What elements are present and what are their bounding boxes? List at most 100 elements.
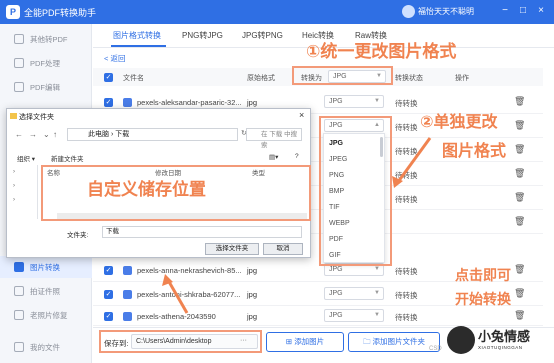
image-file-icon [123,312,132,321]
view-options-icon[interactable]: ▤▾ [269,153,278,161]
forward-arrow-icon[interactable]: → [29,130,37,139]
convert-status: 待转换 [395,195,418,204]
file-name: pexels-athena-2043590 [137,312,216,321]
new-folder-button[interactable]: 新建文件夹 [51,153,84,163]
tab-jpg-to-png[interactable]: JPG转PNG [242,30,283,41]
convert-status: 待转换 [395,123,418,132]
convert-status: 待转换 [395,313,418,322]
user-name[interactable]: 福怡天天不聪明 [418,6,474,17]
row-checkbox[interactable]: ✓ [104,312,113,321]
chevron-right-icon[interactable]: › [13,169,15,175]
sidebar-item-other-to-pdf[interactable]: 其他转PDF [0,28,92,50]
folder-field[interactable]: 下载 [102,226,302,238]
trash-icon[interactable]: 🗑 [514,120,525,131]
sidebar-item-photo-restore[interactable]: 老照片修复 [0,304,92,326]
add-folder-button[interactable]: 🗀 添加图片文件夹 [348,332,440,352]
trash-icon[interactable]: 🗑 [514,310,525,321]
trash-icon[interactable]: 🗑 [514,288,525,299]
trash-icon[interactable]: 🗑 [514,168,525,179]
row-format-select[interactable]: JPG ▼ [324,309,384,322]
column-filename: 文件名 [123,75,144,82]
add-image-label: 添加图片 [294,337,325,346]
photo-icon [14,310,24,320]
camera-icon [14,286,24,296]
watermark-title: 小兔情感 [478,329,531,344]
up-arrow-icon[interactable]: ↑ [53,130,57,139]
trash-icon[interactable]: 🗑 [514,264,525,275]
select-folder-dialog: 选择文件夹 × ← → ⌄ ↑ 此电脑 › 下载 ↻ 在 下载 中搜索 组织 ▾… [6,108,311,258]
breadcrumb-downloads[interactable]: 下载 [115,131,129,138]
row-format-value: JPG [329,266,343,273]
back-arrow-icon[interactable]: ← [15,130,23,139]
image-icon [14,262,24,272]
sidebar-item-label: 拍证件照 [30,287,60,296]
minimize-icon[interactable]: − [498,4,512,18]
sidebar-item-pdf-process[interactable]: PDF处理 [0,52,92,74]
trash-icon[interactable]: 🗑 [514,192,525,203]
document-icon [14,34,24,44]
table-row[interactable]: ✓ pexels-athena-2043590 jpg JPG ▼ 待转换 🗑 [93,306,543,326]
chevron-right-icon[interactable]: › [13,197,15,203]
row-checkbox[interactable]: ✓ [104,290,113,299]
image-file-icon [123,266,132,275]
user-avatar[interactable] [402,5,415,18]
sidebar-item-id-photo[interactable]: 拍证件照 [0,280,92,302]
original-format: jpg [247,312,258,321]
close-icon[interactable]: × [299,110,304,120]
column-original-format: 原始格式 [247,75,275,82]
app-title: 全能PDF转换助手 [24,8,97,18]
tab-png-to-jpg[interactable]: PNG转JPG [182,30,223,41]
annotation-box-bulk-format [292,66,393,85]
trash-icon[interactable]: 🗑 [514,144,525,155]
row-checkbox[interactable]: ✓ [104,98,113,107]
watermark-subtitle: XIAOTUQINGGAN [478,345,523,350]
sidebar-item-label: 其他转PDF [30,35,68,44]
breadcrumb-this-pc[interactable]: 此电脑 [88,131,109,138]
sidebar-item-label: 图片转换 [30,263,60,272]
close-icon[interactable]: × [534,4,548,18]
chevron-down-icon[interactable]: ⌄ [43,130,50,139]
address-bar[interactable]: 此电脑 › 下载 [67,128,238,141]
add-folder-label: 添加图片文件夹 [372,337,426,346]
corner-text: CSD [429,346,442,352]
row-format-select[interactable]: JPG ▼ [324,287,384,300]
help-icon[interactable]: ? [295,153,299,160]
image-file-icon [123,98,132,107]
annotation-custom-location: 自定义储存位置 [87,180,206,199]
row-checkbox[interactable]: ✓ [104,266,113,275]
trash-icon[interactable]: 🗑 [514,96,525,107]
file-name: pexels-antoni-shkraba-62077... [137,290,241,299]
folder-tree[interactable]: › › › [10,165,38,219]
original-format: jpg [247,290,258,299]
edit-icon [14,82,24,92]
annotation-click-line1: 点击即可 [455,267,511,283]
trash-icon[interactable]: 🗑 [514,216,525,227]
select-all-checkbox[interactable]: ✓ [104,73,113,82]
sidebar-item-my-files[interactable]: 我的文件 [0,336,92,358]
sidebar-item-pdf-edit[interactable]: PDF编辑 [0,76,92,98]
add-image-button[interactable]: ⊞ 添加图片 [266,332,344,352]
maximize-icon[interactable]: □ [516,4,530,18]
convert-status: 待转换 [395,291,418,300]
add-image-icon: ⊞ [285,337,295,346]
sidebar-item-label: 老照片修复 [30,311,68,320]
chevron-down-icon: ▼ [374,290,380,296]
chevron-right-icon[interactable]: › [13,183,15,189]
watermark-logo-icon [447,326,475,354]
original-format: jpg [247,98,258,107]
tab-image-format[interactable]: 图片格式转换 [113,30,161,41]
row-format-value: JPG [329,290,343,297]
cancel-button[interactable]: 取消 [263,243,303,255]
search-input[interactable]: 在 下载 中搜索 [246,128,302,149]
add-folder-icon: 🗀 [362,337,373,346]
convert-status: 待转换 [395,147,418,156]
annotation-click-line2: 开始转换 [455,291,511,307]
back-link[interactable]: < 返回 [104,53,125,64]
row-format-value: JPG [329,312,343,319]
sidebar-item-label: PDF编辑 [30,83,60,92]
select-folder-button[interactable]: 选择文件夹 [205,243,259,255]
image-file-icon [123,290,132,299]
row-format-select[interactable]: JPG ▼ [324,95,384,108]
organize-button[interactable]: 组织 ▾ [17,153,35,163]
sidebar-item-image-convert[interactable]: 图片转换 [0,256,92,278]
